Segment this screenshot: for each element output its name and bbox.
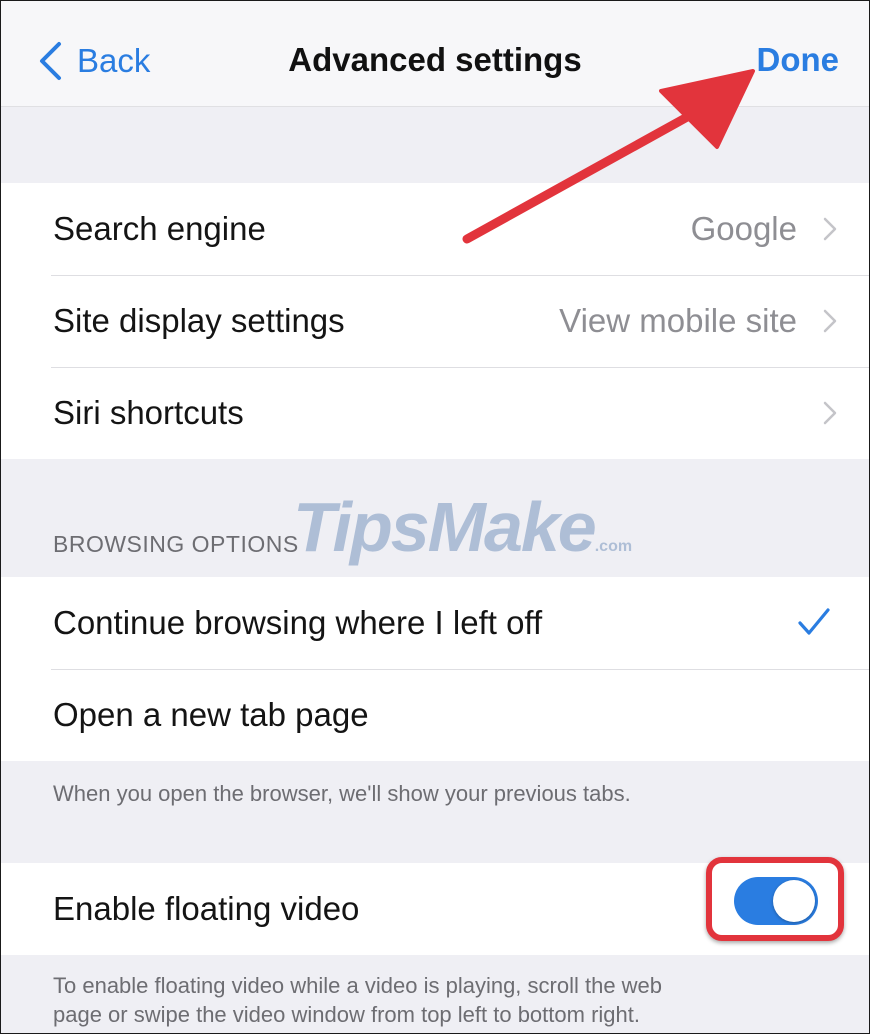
open-new-tab-label: Open a new tab page [53,696,369,733]
watermark-text: TipsMake [293,488,597,566]
watermark-suffix: .com [594,538,633,555]
floating-video-label: Enable floating video [53,890,360,927]
open-new-tab-row[interactable]: Open a new tab page [1,669,869,761]
done-button[interactable]: Done [757,41,840,79]
siri-shortcuts-row[interactable]: Siri shortcuts [1,367,869,459]
siri-shortcuts-label: Siri shortcuts [53,394,244,431]
toggle-knob [773,880,815,922]
site-display-settings-value: View mobile site [559,302,797,339]
search-engine-label: Search engine [53,210,266,247]
browsing-footnote: When you open the browser, we'll show yo… [53,781,631,806]
back-button[interactable]: Back [37,35,150,87]
site-display-settings-row[interactable]: Site display settings View mobile site [1,275,869,367]
watermark-logo: TipsMake.com [293,487,632,567]
floating-video-footnote-line2: page or swipe the video window from top … [53,1002,640,1027]
general-settings-group: Search engine Google Site display settin… [1,183,869,459]
continue-browsing-label: Continue browsing where I left off [53,604,543,641]
checkmark-icon [798,608,830,635]
continue-browsing-row[interactable]: Continue browsing where I left off [1,577,869,669]
chevron-right-icon [823,309,837,333]
chevron-right-icon [823,217,837,241]
search-engine-row[interactable]: Search engine Google [1,183,869,275]
chevron-right-icon [823,401,837,425]
site-display-settings-label: Site display settings [53,302,345,339]
browsing-options-header: BROWSING OPTIONS [53,531,299,557]
floating-video-toggle[interactable] [734,877,818,925]
browsing-options-group: Continue browsing where I left off Open … [1,577,869,761]
chevron-left-icon [40,42,61,80]
floating-video-footnote: To enable floating video while a video i… [53,971,662,1029]
screen: Back Advanced settings Done Search engin… [0,0,870,1034]
floating-video-highlight [706,857,844,941]
navigation-bar: Back Advanced settings Done [1,1,869,107]
back-label: Back [77,42,151,79]
search-engine-value: Google [690,210,797,247]
floating-video-footnote-line1: To enable floating video while a video i… [53,973,663,998]
